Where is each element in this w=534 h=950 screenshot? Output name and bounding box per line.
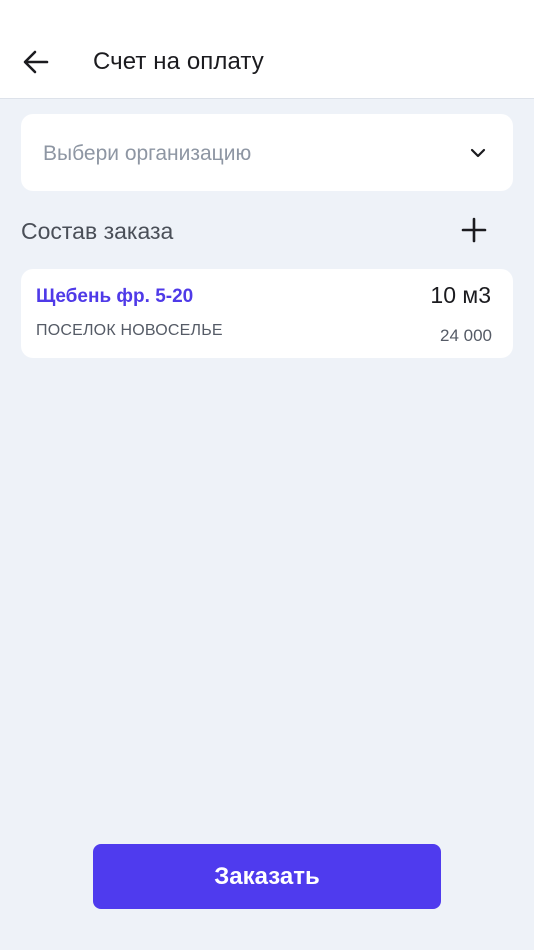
item-quantity: 10 м3	[430, 282, 491, 308]
organization-select-placeholder: Выбери организацию	[43, 142, 252, 165]
organization-select[interactable]: Выбери организацию	[21, 114, 513, 191]
item-name: Щебень фр. 5-20	[36, 286, 194, 307]
item-price: 24 000	[440, 326, 492, 345]
page-title: Счет на оплату	[93, 48, 264, 75]
order-section-title: Состав заказа	[21, 218, 174, 244]
invoice-screen: Счет на оплату Выбери организацию Состав…	[0, 0, 534, 950]
order-button[interactable]: Заказать	[93, 844, 441, 909]
plus-icon	[461, 217, 487, 243]
back-button[interactable]	[16, 42, 56, 82]
app-bar: Счет на оплату	[0, 0, 534, 99]
arrow-left-icon	[23, 50, 49, 74]
order-item-card[interactable]: Щебень фр. 5-20 10 м3 ПОСЕЛОК НОВОСЕЛЬЕ …	[21, 269, 513, 358]
item-location: ПОСЕЛОК НОВОСЕЛЬЕ	[36, 322, 223, 339]
add-item-button[interactable]	[454, 210, 494, 250]
chevron-down-icon	[470, 148, 486, 158]
